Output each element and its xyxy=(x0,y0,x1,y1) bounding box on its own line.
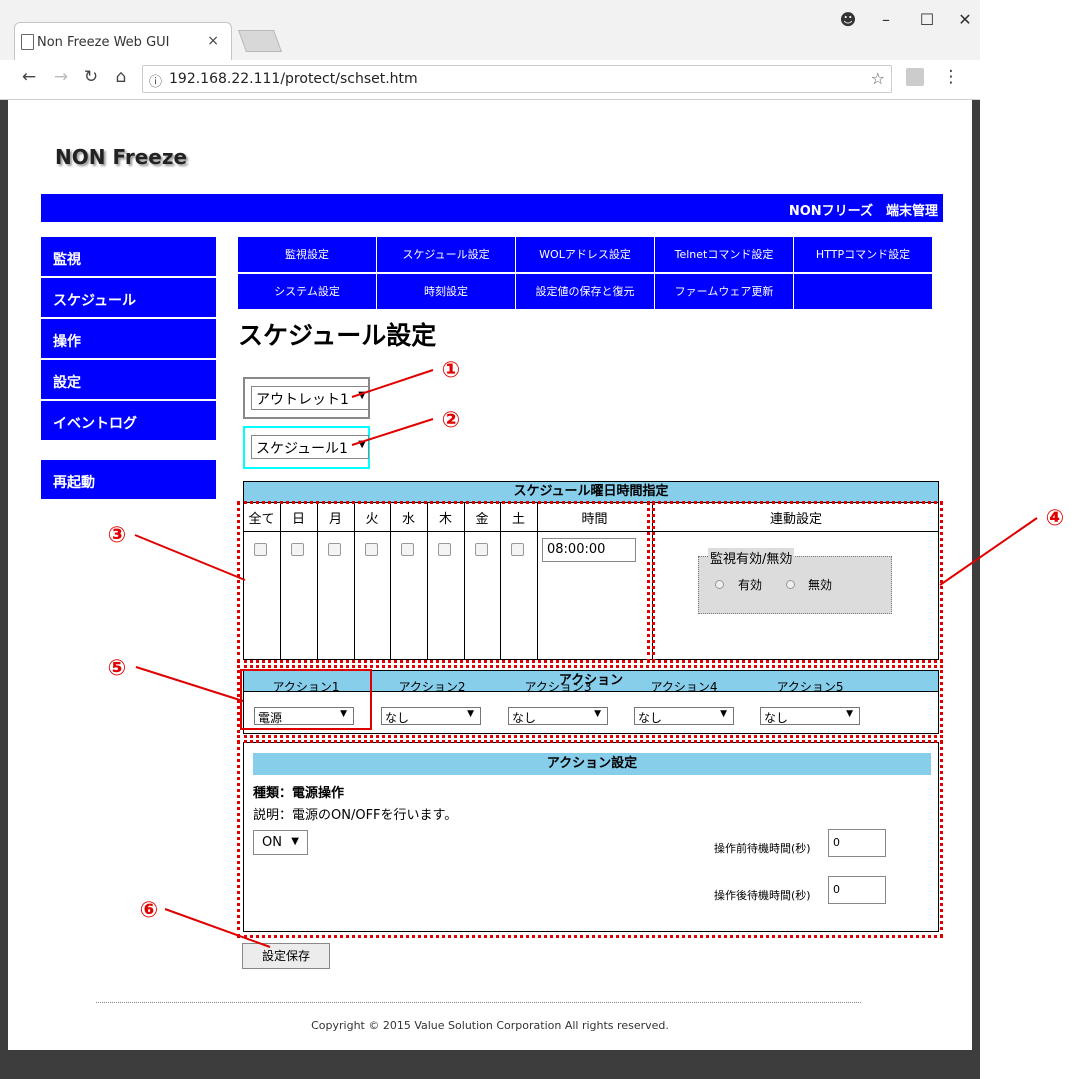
callout-4: ④ xyxy=(1036,498,1074,536)
callout-4-label: ④ xyxy=(1045,506,1065,531)
callout-6-label: ⑥ xyxy=(139,898,159,923)
callout-2: ② xyxy=(432,400,470,438)
callout-2-label: ② xyxy=(441,408,461,433)
callout-3-label: ③ xyxy=(107,523,127,548)
callout-line-4 xyxy=(939,517,1038,586)
callout-line-2 xyxy=(351,418,434,446)
callout-1: ① xyxy=(432,350,470,388)
callout-1-label: ① xyxy=(441,358,461,383)
callout-line-1 xyxy=(351,369,434,398)
callout-line-3 xyxy=(134,534,246,581)
callout-5-label: ⑤ xyxy=(107,656,127,681)
callout-6: ⑥ xyxy=(130,890,168,928)
callout-3: ③ xyxy=(98,515,136,553)
callout-5: ⑤ xyxy=(98,648,136,686)
callout-line-6 xyxy=(164,908,271,948)
callout-line-5 xyxy=(135,666,244,702)
